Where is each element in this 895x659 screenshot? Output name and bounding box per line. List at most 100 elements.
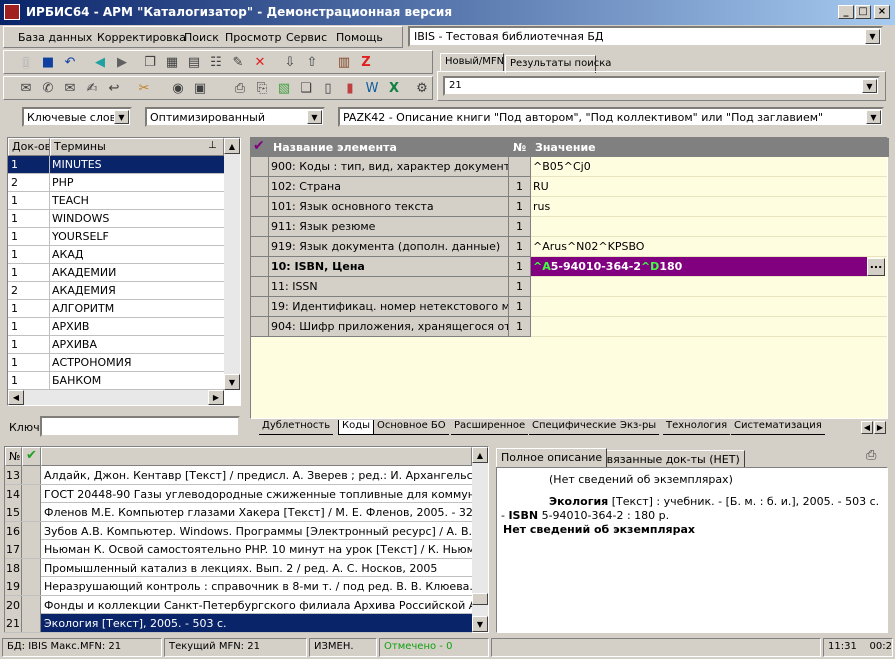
chevron-down-icon[interactable]: ▼ bbox=[865, 29, 880, 44]
save-icon[interactable]: ■ bbox=[38, 52, 58, 72]
mfn-input[interactable]: 21 ▼ bbox=[443, 76, 880, 96]
chevron-down-icon[interactable]: ▼ bbox=[307, 110, 322, 124]
record-checkbox[interactable] bbox=[22, 558, 41, 577]
terms-vscroll[interactable]: ▲ ▼ bbox=[224, 138, 240, 390]
record-checkbox[interactable] bbox=[22, 466, 41, 484]
pin-icon[interactable]: ⊥ bbox=[208, 140, 217, 151]
tab-scroll-right-icon[interactable]: ▶ bbox=[874, 421, 886, 434]
edit-icon[interactable]: ✎ bbox=[228, 52, 248, 72]
minimize-button[interactable]: _ bbox=[838, 5, 854, 19]
menu-service[interactable]: Сервис bbox=[286, 31, 327, 44]
records-icon[interactable]: ▤ bbox=[184, 52, 204, 72]
chevron-down-icon[interactable]: ▼ bbox=[114, 110, 129, 124]
field-row[interactable]: 19: Идентификац. номер нетекстового мате… bbox=[251, 297, 887, 317]
pages-icon[interactable]: ❏ bbox=[296, 78, 316, 98]
key-input[interactable] bbox=[40, 416, 240, 437]
record-checkbox[interactable] bbox=[22, 521, 41, 540]
word-icon[interactable]: W bbox=[362, 78, 382, 98]
print-icon[interactable]: ⎙ bbox=[230, 78, 250, 98]
new-document-icon[interactable]: ▯ bbox=[16, 52, 36, 72]
settings-icon[interactable]: ⚙ bbox=[412, 78, 432, 98]
tab-tehnologiya[interactable]: Технология bbox=[663, 420, 731, 435]
field-row[interactable]: 11: ISSN 1 bbox=[251, 277, 887, 297]
terms-header-term[interactable]: Термины bbox=[50, 138, 224, 156]
print-icon[interactable]: ⎙ bbox=[866, 448, 876, 463]
print-preview-icon[interactable]: ⎘ bbox=[252, 78, 272, 98]
record-row[interactable]: 17 Ньюман К. Освой самостоятельно PHP. 10… bbox=[5, 540, 472, 559]
menu-help[interactable]: Помощь bbox=[336, 31, 383, 44]
scroll-down-icon[interactable]: ▼ bbox=[224, 374, 240, 390]
tab-dubletnost[interactable]: Дублетность bbox=[259, 420, 334, 435]
terms-row[interactable]: 1 АСТРОНОМИЯ bbox=[8, 354, 224, 372]
comment-icon[interactable]: ✍ bbox=[82, 78, 102, 98]
field-value[interactable] bbox=[531, 317, 887, 337]
undo-icon[interactable]: ↶ bbox=[60, 52, 80, 72]
tab-scroll-left-icon[interactable]: ◀ bbox=[861, 421, 873, 434]
scroll-thumb[interactable] bbox=[472, 593, 488, 605]
tab-sistematizaciya[interactable]: Систематизация bbox=[731, 420, 825, 435]
chevron-down-icon[interactable]: ▼ bbox=[862, 79, 877, 93]
terms-row[interactable]: 1 АРХИВ bbox=[8, 318, 224, 336]
record-row[interactable]: 18 Промышленный катализ в лекциях. Вып. 2… bbox=[5, 558, 472, 577]
terms-row[interactable]: 1 АЛГОРИТМ bbox=[8, 300, 224, 318]
export-icon[interactable]: ⇧ bbox=[302, 52, 322, 72]
terms-row[interactable]: 1 YOURSELF bbox=[8, 228, 224, 246]
record-checkbox[interactable] bbox=[22, 484, 41, 503]
terms-row[interactable]: 1 БАНКОМ bbox=[8, 372, 224, 390]
field-row[interactable]: 911: Язык резюме 1 bbox=[251, 217, 887, 237]
scroll-right-icon[interactable]: ▶ bbox=[208, 390, 224, 405]
close-button[interactable]: × bbox=[874, 5, 890, 19]
scroll-up-icon[interactable]: ▲ bbox=[472, 447, 488, 463]
record-row[interactable]: 19 Неразрушающий контроль : справочник в … bbox=[5, 577, 472, 596]
ellipsis-button[interactable]: ... bbox=[867, 258, 885, 276]
terms-row[interactable]: 1 TEACH bbox=[8, 192, 224, 210]
tab-specificheskie[interactable]: Специфические bbox=[529, 420, 620, 435]
field-row[interactable]: 102: Страна 1 RU bbox=[251, 177, 887, 197]
terms-row[interactable]: 1 АКАДЕМИИ bbox=[8, 264, 224, 282]
folders-icon[interactable]: ▣ bbox=[190, 78, 210, 98]
message-icon[interactable]: ✉ bbox=[16, 78, 36, 98]
check-icon[interactable]: ✔ bbox=[22, 447, 41, 466]
view-icon[interactable]: ◉ bbox=[168, 78, 188, 98]
tab-kody[interactable]: Коды bbox=[338, 420, 375, 435]
barcode-icon[interactable]: ▥ bbox=[334, 52, 354, 72]
record-row[interactable]: 16 Зубов А.В. Компьютер. Windows. Програм… bbox=[5, 521, 472, 540]
field-value[interactable]: ^Arus^N02^KPSBO bbox=[531, 237, 887, 257]
maximize-button[interactable]: □ bbox=[855, 5, 871, 19]
field-value[interactable] bbox=[531, 277, 887, 297]
tab-ekz[interactable]: Экз-ры bbox=[617, 420, 660, 435]
worksheet-select[interactable]: PAZK42 - Описание книги "Под автором", "… bbox=[338, 107, 884, 127]
menu-database[interactable]: База данных bbox=[18, 31, 92, 44]
record-checkbox[interactable] bbox=[22, 577, 41, 595]
grid-icon[interactable]: ▦ bbox=[162, 52, 182, 72]
import-icon[interactable]: ⇩ bbox=[280, 52, 300, 72]
previous-arrow-icon[interactable]: ◀ bbox=[90, 52, 110, 72]
scroll-left-icon[interactable]: ◀ bbox=[8, 390, 24, 405]
record-row[interactable]: 21 Экология [Текст], 2005. - 503 с. bbox=[5, 614, 472, 633]
chevron-down-icon[interactable]: ▼ bbox=[866, 110, 881, 124]
terms-header-count[interactable]: Док-ов bbox=[8, 138, 50, 156]
field-value[interactable] bbox=[531, 297, 887, 317]
records-header-text[interactable] bbox=[41, 447, 472, 466]
excel-icon[interactable]: X bbox=[384, 78, 404, 98]
field-value[interactable]: ^B05^Cj0 bbox=[531, 157, 887, 177]
reply-icon[interactable]: ↩ bbox=[104, 78, 124, 98]
menu-edit[interactable]: Корректировка bbox=[97, 31, 186, 44]
scroll-down-icon[interactable]: ▼ bbox=[472, 616, 488, 632]
field-row[interactable]: 919: Язык документа (дополн. данные) 1 ^Ar… bbox=[251, 237, 887, 257]
field-value[interactable]: ^A5-94010-364-2^D180 bbox=[531, 257, 867, 277]
chat-icon[interactable]: ✆ bbox=[38, 78, 58, 98]
index-mode-select[interactable]: Ключевые слова ▼ bbox=[22, 107, 132, 127]
terms-row[interactable]: 1 АРХИВА bbox=[8, 336, 224, 354]
tab-related-docs[interactable]: Связанные док-ты (НЕТ) bbox=[594, 450, 745, 467]
tools-icon[interactable]: ✂ bbox=[134, 78, 154, 98]
record-checkbox[interactable] bbox=[22, 503, 41, 521]
database-select[interactable]: IBIS - Тестовая библиотечная БД ▼ bbox=[408, 26, 883, 47]
menu-search[interactable]: Поиск bbox=[184, 31, 219, 44]
record-row[interactable]: 13 Алдайк, Джон. Кентавр [Текст] / предис… bbox=[5, 466, 472, 485]
field-row[interactable]: 904: Шифр приложения, хранящегося отдель… bbox=[251, 317, 887, 337]
delete-icon[interactable]: ✕ bbox=[250, 52, 270, 72]
tab-osnovnoe-bo[interactable]: Основное БО bbox=[374, 420, 449, 435]
z3950-icon[interactable]: Z bbox=[356, 52, 376, 72]
tree-icon[interactable]: ☷ bbox=[206, 52, 226, 72]
